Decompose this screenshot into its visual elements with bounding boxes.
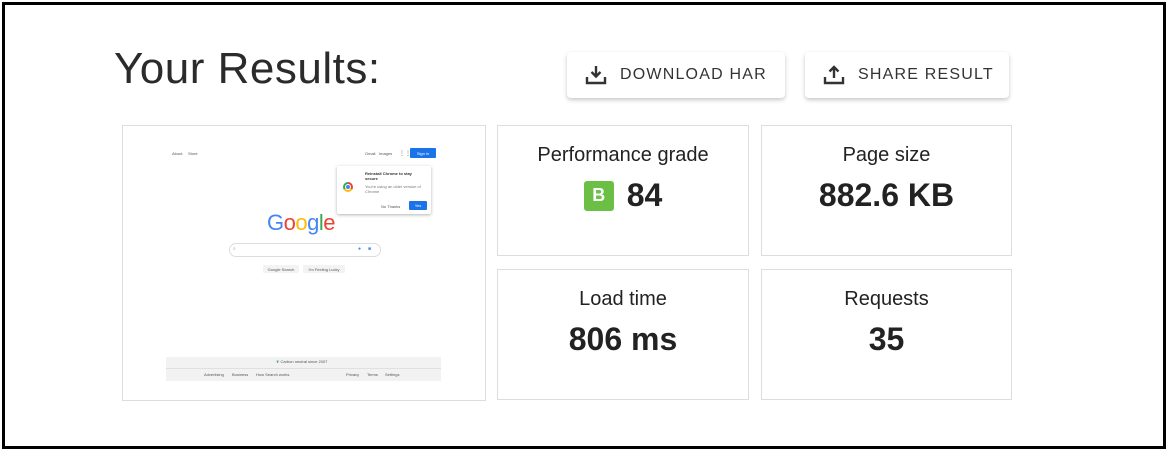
performance-grade-value-row: B 84 bbox=[498, 177, 748, 214]
thumb-camera-icon: ■ bbox=[368, 246, 372, 252]
thumb-lucky-button: I'm Feeling Lucky bbox=[303, 265, 345, 273]
thumb-footer-privacy: Privacy bbox=[346, 372, 360, 377]
download-har-label: DOWNLOAD HAR bbox=[620, 66, 767, 83]
share-result-label: SHARE RESULT bbox=[858, 66, 994, 83]
logo-letter: o bbox=[295, 210, 308, 235]
thumb-chrome-popup: Reinstall Chrome to stay secure You're u… bbox=[337, 166, 431, 214]
load-time-card: Load time 806 ms bbox=[497, 269, 749, 400]
thumb-google-search-button: Google Search bbox=[263, 265, 299, 273]
thumb-nav-about: About bbox=[172, 151, 183, 156]
share-result-button[interactable]: SHARE RESULT bbox=[805, 52, 1009, 98]
logo-letter: e bbox=[323, 210, 336, 235]
thumb-leaf-icon: ❦ bbox=[276, 359, 280, 364]
thumb-popup-body: You're using an older version of Chrome bbox=[365, 184, 421, 194]
load-time-value: 806 ms bbox=[568, 321, 678, 357]
thumb-popup-yes: Yes bbox=[409, 201, 427, 210]
thumb-footer-carbon-text: Carbon neutral since 2007 bbox=[280, 359, 328, 364]
thumb-footer-divider bbox=[166, 368, 441, 369]
thumb-nav-images: Images bbox=[379, 151, 393, 156]
thumb-popup-yes-label: Yes bbox=[414, 203, 422, 208]
download-har-button[interactable]: DOWNLOAD HAR bbox=[567, 52, 785, 98]
thumb-footer-terms: Terms bbox=[367, 372, 378, 377]
requests-label: Requests bbox=[844, 288, 929, 310]
thumb-lucky-label: I'm Feeling Lucky bbox=[308, 266, 340, 272]
thumb-footer-settings: Settings bbox=[385, 372, 400, 377]
thumb-search-box: ⌕ ● ■ bbox=[229, 243, 381, 257]
thumb-mic-icon: ● bbox=[358, 246, 362, 252]
thumb-footer-carbon: ❦ Carbon neutral since 2007 bbox=[276, 359, 327, 364]
thumb-footer-how-search: How Search works bbox=[256, 372, 290, 377]
share-icon bbox=[823, 65, 845, 85]
performance-grade-label: Performance grade bbox=[537, 144, 709, 166]
load-time-label: Load time bbox=[579, 288, 667, 310]
page-size-card: Page size 882.6 KB bbox=[761, 125, 1012, 256]
thumb-search-icon: ⌕ bbox=[233, 246, 236, 252]
thumb-popup-no: No Thanks bbox=[381, 204, 401, 209]
logo-letter: G bbox=[267, 210, 284, 235]
thumb-chrome-icon bbox=[343, 182, 353, 192]
performance-score: 84 bbox=[626, 177, 663, 213]
download-icon bbox=[585, 66, 607, 85]
thumb-footer-advertising: Advertising bbox=[204, 372, 224, 377]
performance-grade-card: Performance grade B 84 bbox=[497, 125, 749, 256]
thumb-google-search-label: Google Search bbox=[267, 266, 295, 272]
page-title: Your Results: bbox=[114, 44, 381, 93]
page-screenshot-thumbnail: About Store Gmail Images ⋮⋮ Sign in Rein… bbox=[122, 125, 486, 401]
grade-badge: B bbox=[583, 180, 614, 211]
thumb-google-logo: Google bbox=[267, 210, 336, 236]
thumb-footer-business: Business bbox=[232, 372, 249, 377]
logo-letter: o bbox=[283, 210, 296, 235]
thumb-sign-in-button: Sign in bbox=[410, 148, 436, 158]
requests-value: 35 bbox=[868, 321, 905, 357]
thumb-sign-in-label: Sign in bbox=[416, 150, 430, 156]
logo-letter: g bbox=[307, 210, 319, 235]
page-size-value: 882.6 KB bbox=[818, 177, 955, 213]
thumb-footer: ❦ Carbon neutral since 2007 Advertising … bbox=[166, 357, 441, 381]
thumb-nav-store: Store bbox=[188, 151, 198, 156]
thumb-nav-gmail: Gmail bbox=[365, 151, 376, 156]
page-size-label: Page size bbox=[842, 144, 931, 166]
thumb-popup-title: Reinstall Chrome to stay secure bbox=[365, 171, 412, 181]
requests-card: Requests 35 bbox=[761, 269, 1012, 400]
